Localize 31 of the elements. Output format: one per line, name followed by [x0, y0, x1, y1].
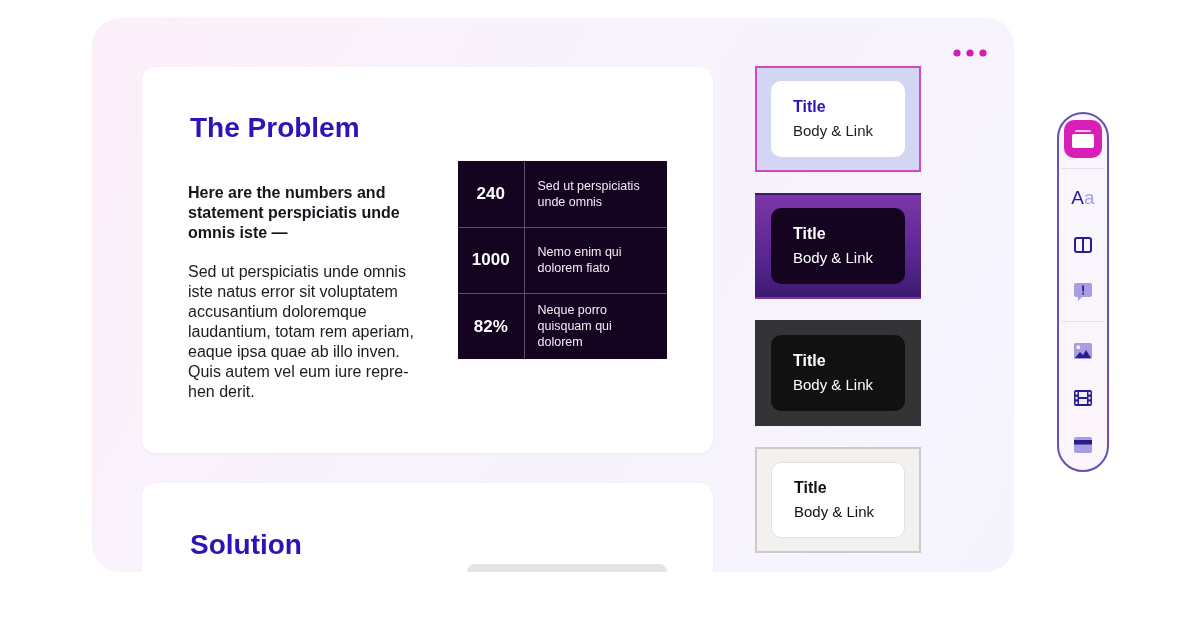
text-style-button[interactable]: Aa	[1064, 179, 1102, 217]
theme-body-text: Body & Link	[793, 375, 875, 395]
stat-text-cell: Neque porro quisquam qui dolorem	[524, 293, 667, 359]
theme-body-text: Body & Link	[793, 248, 875, 268]
stat-value-cell: 82%	[458, 293, 524, 359]
alert-bubble-icon	[1074, 283, 1092, 301]
theme-title: Title	[794, 478, 828, 498]
theme-swatch[interactable]: Title Body & Link	[755, 447, 921, 553]
image-icon	[1074, 343, 1092, 359]
layout-button[interactable]	[1064, 120, 1102, 158]
banner-icon	[1074, 437, 1092, 453]
more-icon[interactable]	[953, 49, 987, 57]
theme-swatch[interactable]: Title Body & Link	[755, 193, 921, 299]
film-icon	[1074, 390, 1092, 406]
stat-text-cell: Nemo enim qui dolorem fiato	[524, 227, 667, 293]
lead-paragraph: Here are the numbers and statement perspiciatis unde omnis iste —	[188, 183, 401, 243]
slide-title: The Problem	[190, 111, 361, 145]
stat-value-cell: 1000	[458, 227, 524, 293]
theme-swatch[interactable]: Title Body & Link	[755, 320, 921, 426]
theme-title: Title	[793, 351, 827, 371]
stacked-card-icon	[1072, 130, 1094, 148]
theme-title: Title	[793, 224, 827, 244]
theme-body-text: Body & Link	[793, 121, 875, 141]
columns-icon	[1074, 237, 1092, 253]
theme-swatch[interactable]: Title Body & Link	[755, 66, 921, 172]
theme-body-text: Body & Link	[794, 502, 876, 522]
stat-value-cell: 240	[458, 161, 524, 227]
stat-text-cell: Sed ut perspiciatis unde omnis	[524, 161, 667, 227]
theme-title: Title	[793, 97, 827, 117]
body-paragraph: Sed ut perspiciatis unde omnis iste natus error sit voluptatem accusantium doloremque laudantium, totam rem aperiam, eaque ipsa quae ab illo inven. Quis autem vel eum iure repre- hen derit.	[188, 262, 415, 402]
slide-title: Solution	[190, 528, 303, 562]
